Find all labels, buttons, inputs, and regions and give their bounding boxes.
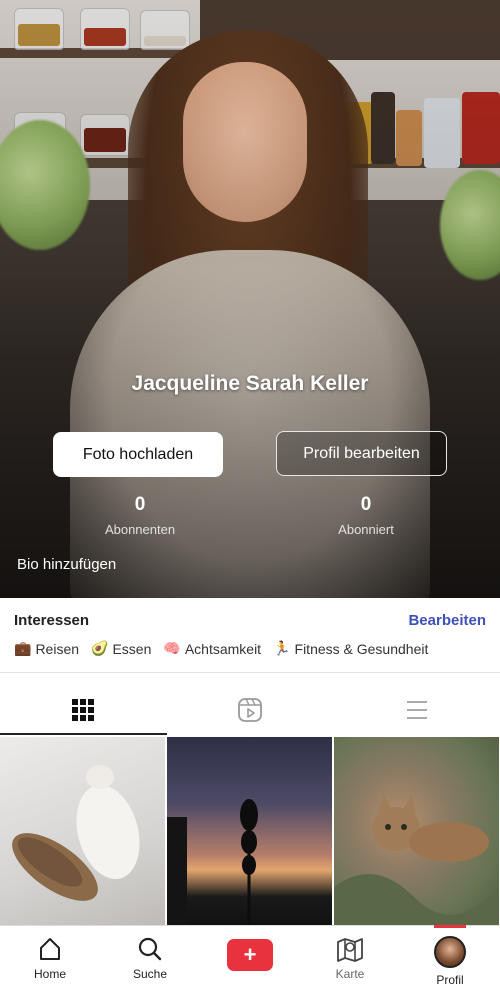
content-tabs <box>0 685 500 735</box>
avatar <box>434 936 466 968</box>
following-count: 0 <box>360 494 372 515</box>
tab-list[interactable] <box>333 685 500 735</box>
lavender-sunset-photo <box>167 799 258 927</box>
interests-heading: Interessen <box>14 612 90 629</box>
brain-icon: 🧠 <box>163 640 181 656</box>
avocado-icon: 🥑 <box>91 640 109 656</box>
interest-label: Essen <box>112 640 152 657</box>
following-stat[interactable]: 0 Abonniert <box>306 494 426 537</box>
cats-photo <box>12 765 140 901</box>
list-icon <box>406 701 427 719</box>
interest-item-achtsamkeit: 🧠 Achtsamkeit <box>163 640 261 657</box>
tab-posts-grid[interactable] <box>0 685 167 735</box>
followers-count: 0 <box>134 494 146 515</box>
running-icon: 🏃 <box>273 640 291 656</box>
edit-profile-button[interactable]: Profil bearbeiten <box>276 431 447 476</box>
interest-label: Reisen <box>35 640 80 657</box>
suitcase-icon: 💼 <box>14 640 32 656</box>
nav-add[interactable]: + <box>200 926 300 1000</box>
bottom-navigation: Home Suche + Karte Profil <box>0 925 500 1000</box>
followers-label: Abonnenten <box>104 522 176 537</box>
nav-search-label: Suche <box>132 967 168 981</box>
active-indicator <box>434 925 466 928</box>
grid-icon <box>72 699 95 721</box>
video-icon <box>238 698 262 722</box>
profile-name: Jacqueline Sarah Keller <box>131 372 369 395</box>
post-thumbnail[interactable] <box>334 737 499 927</box>
map-icon <box>337 938 363 962</box>
followers-stat[interactable]: 0 Abonnenten <box>80 494 200 537</box>
add-post-button[interactable]: + <box>227 939 273 971</box>
home-icon <box>40 938 60 960</box>
divider <box>0 672 500 673</box>
nav-home-label: Home <box>33 967 66 981</box>
edit-interests-link[interactable]: Bearbeiten <box>408 612 486 629</box>
interest-item-essen: 🥑 Essen <box>91 640 151 657</box>
interest-item-reisen: 💼 Reisen <box>14 640 79 657</box>
interest-label: Achtsamkeit <box>184 640 262 657</box>
nav-map-label: Karte <box>335 967 365 981</box>
post-thumbnail[interactable] <box>0 737 165 927</box>
nav-search[interactable]: Suche <box>100 926 200 1000</box>
interest-label: Fitness & Gesundheit <box>294 640 429 657</box>
cat-in-lavender-photo <box>334 795 499 927</box>
nav-profile-label: Profil <box>436 973 464 987</box>
post-thumbnail[interactable] <box>167 737 332 927</box>
interest-item-fitness: 🏃 Fitness & Gesundheit <box>273 640 428 657</box>
tab-videos[interactable] <box>167 685 334 735</box>
add-bio-link[interactable]: Bio hinzufügen <box>17 556 116 573</box>
profile-header: Jacqueline Sarah Keller Foto hochladen P… <box>0 0 500 598</box>
search-icon <box>138 937 162 961</box>
interest-list: 💼 Reisen 🥑 Essen 🧠 Achtsamkeit 🏃 Fitness… <box>14 640 428 657</box>
nav-home[interactable]: Home <box>0 926 100 1000</box>
upload-photo-button[interactable]: Foto hochladen <box>53 432 223 477</box>
nav-map[interactable]: Karte <box>300 926 400 1000</box>
post-grid <box>0 737 500 927</box>
following-label: Abonniert <box>338 522 394 537</box>
nav-profile[interactable]: Profil <box>400 925 500 1000</box>
